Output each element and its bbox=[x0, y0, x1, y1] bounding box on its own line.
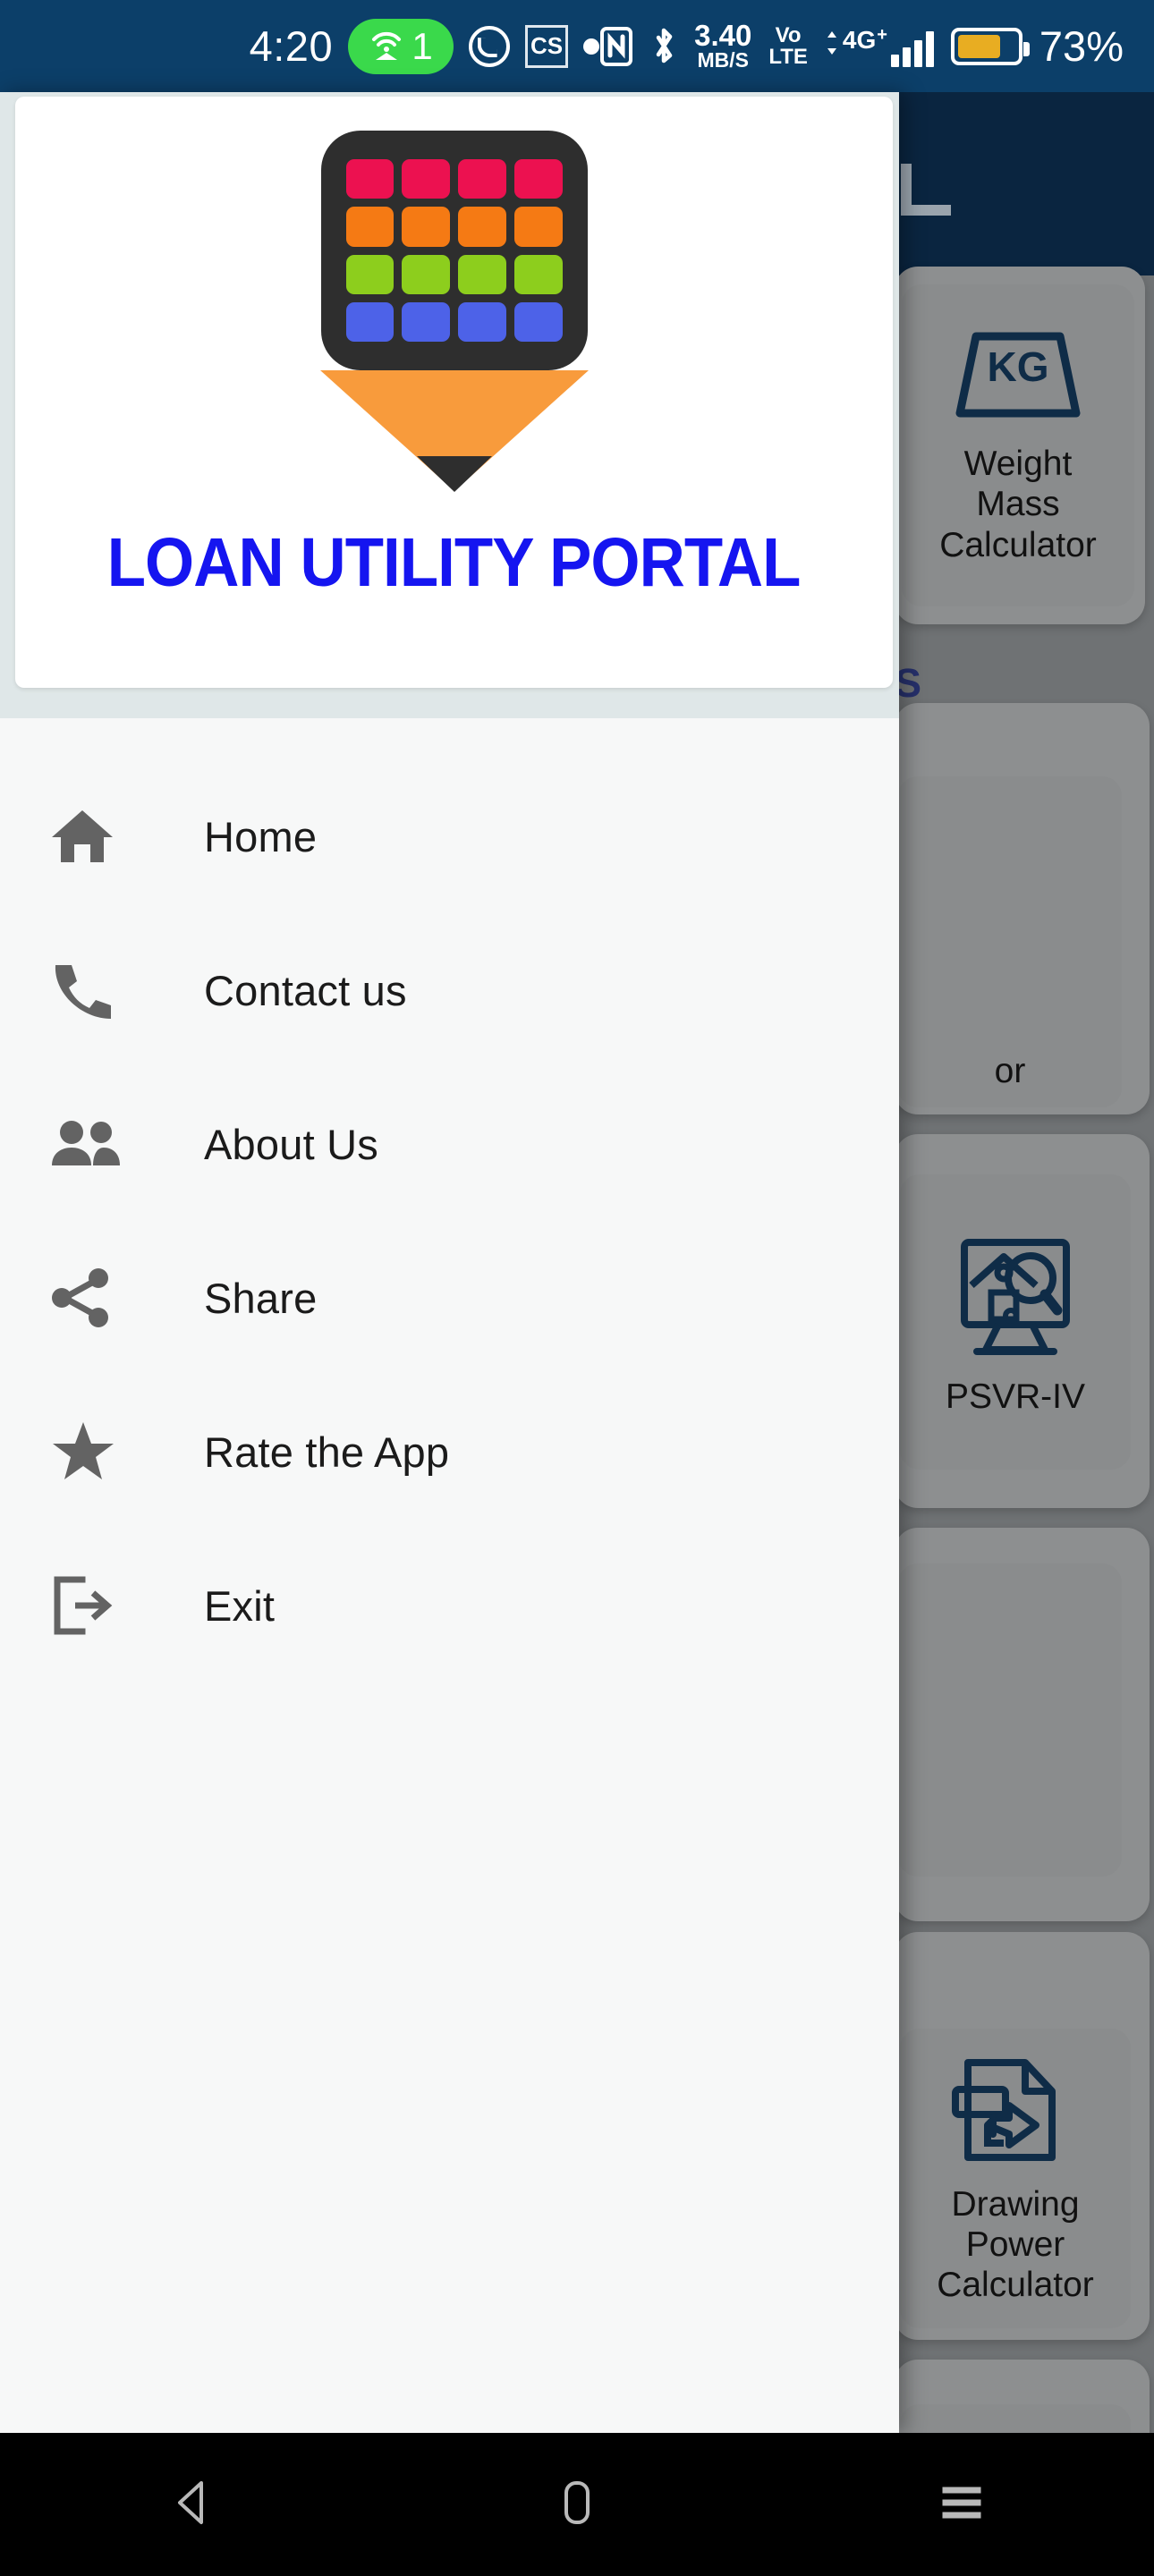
signal-bars-icon bbox=[890, 31, 934, 67]
menu-item-home[interactable]: Home bbox=[0, 759, 899, 913]
loan-utility-portal-logo bbox=[319, 131, 589, 491]
star-icon bbox=[50, 1420, 150, 1483]
network-plus-label: + bbox=[877, 25, 887, 45]
bluetooth-icon bbox=[650, 25, 677, 68]
logo-pin-tip-icon bbox=[319, 370, 589, 491]
home-button[interactable] bbox=[523, 2460, 631, 2549]
menu-item-label: About Us bbox=[204, 1120, 378, 1168]
net-speed-unit: MB/S bbox=[697, 48, 749, 72]
rounded-rect-icon bbox=[562, 2479, 592, 2530]
net-speed-value: 3.40 bbox=[694, 19, 752, 53]
battery-icon bbox=[950, 27, 1030, 65]
background-tile-label: PSVR-IV bbox=[945, 1377, 1086, 1417]
menu-item-rate-the-app[interactable]: Rate the App bbox=[0, 1375, 899, 1529]
svg-text:KG: KG bbox=[988, 343, 1049, 390]
cs-icon: CS bbox=[525, 24, 569, 68]
background-tile-label: Weight Mass Calculator bbox=[939, 445, 1097, 564]
hamburger-icon bbox=[942, 2481, 981, 2529]
status-bar-right: 3.40 MB/S Vo LTE 4G + 73% bbox=[599, 21, 1124, 71]
logout-icon bbox=[50, 1575, 150, 1636]
hotspot-icon bbox=[369, 30, 404, 64]
signal-indicator: 4G + bbox=[825, 25, 934, 67]
recents-button[interactable] bbox=[908, 2460, 1015, 2549]
drawer-menu: Home Contact us About Us Share Rate the … bbox=[0, 718, 899, 1682]
background-tile-label: Drawing Power Calculator bbox=[937, 2184, 1094, 2305]
battery-percent: 73% bbox=[1039, 22, 1124, 70]
background-tile-partial: or bbox=[898, 776, 1122, 1107]
property-search-icon bbox=[948, 1226, 1082, 1360]
menu-item-label: Rate the App bbox=[204, 1428, 450, 1476]
background-tile-ratio: 1:1 bbox=[900, 2404, 1131, 2433]
volte-line-2: LTE bbox=[768, 44, 808, 69]
drawer-header: LOAN UTILITY PORTAL bbox=[15, 97, 893, 688]
whatsapp-icon bbox=[469, 25, 511, 67]
logo-keypad-icon bbox=[320, 131, 588, 370]
background-tile-drawing-power: Drawing Power Calculator bbox=[900, 2029, 1131, 2328]
nfc-icon bbox=[599, 26, 633, 67]
menu-item-label: Exit bbox=[204, 1581, 276, 1630]
app-title: LOAN UTILITY PORTAL bbox=[107, 524, 802, 601]
menu-item-share[interactable]: Share bbox=[0, 1221, 899, 1375]
people-icon bbox=[50, 1119, 150, 1169]
volte-indicator: Vo LTE bbox=[768, 25, 808, 67]
status-bar: 4:20 1 CS 3.40 MB/S Vo LTE 4G + 73% bbox=[0, 0, 1154, 92]
menu-item-contact-us[interactable]: Contact us bbox=[0, 913, 899, 1067]
menu-item-exit[interactable]: Exit bbox=[0, 1529, 899, 1682]
menu-item-label: Contact us bbox=[204, 966, 407, 1014]
status-bar-left: 4:20 1 CS bbox=[30, 18, 600, 74]
menu-kebab-icon bbox=[899, 146, 951, 216]
phone-icon bbox=[50, 960, 150, 1021]
home-icon bbox=[50, 807, 150, 866]
android-navigation-bar bbox=[0, 2433, 1154, 2576]
background-tile-psvr: PSVR-IV bbox=[900, 1174, 1131, 1470]
data-arrows-icon bbox=[825, 30, 839, 56]
status-time: 4:20 bbox=[249, 22, 334, 70]
background-tile-blank bbox=[898, 1563, 1122, 1877]
background-tile-label: or bbox=[994, 1051, 1026, 1090]
menu-item-label: Home bbox=[204, 812, 318, 860]
navigation-drawer: LOAN UTILITY PORTAL Home Contact us Abou… bbox=[0, 92, 899, 2433]
hotspot-count: 1 bbox=[412, 24, 433, 67]
drawer-header-wrap: LOAN UTILITY PORTAL bbox=[0, 92, 899, 718]
triangle-left-icon bbox=[171, 2479, 214, 2530]
volte-line-1: Vo bbox=[775, 22, 802, 47]
kg-scale-icon: KG bbox=[951, 326, 1085, 424]
share-icon bbox=[50, 1267, 150, 1328]
menu-item-about-us[interactable]: About Us bbox=[0, 1067, 899, 1221]
net-speed-indicator: 3.40 MB/S bbox=[694, 21, 751, 71]
background-tile-weight-mass: KG Weight Mass Calculator bbox=[902, 284, 1134, 606]
back-button[interactable] bbox=[139, 2460, 246, 2549]
hotspot-badge: 1 bbox=[348, 18, 454, 74]
document-arrow-icon bbox=[948, 2052, 1082, 2168]
battery-level-fill bbox=[957, 34, 1000, 58]
dot-icon bbox=[583, 38, 600, 55]
network-type-label: 4G bbox=[842, 26, 877, 54]
menu-item-label: Share bbox=[204, 1274, 318, 1322]
